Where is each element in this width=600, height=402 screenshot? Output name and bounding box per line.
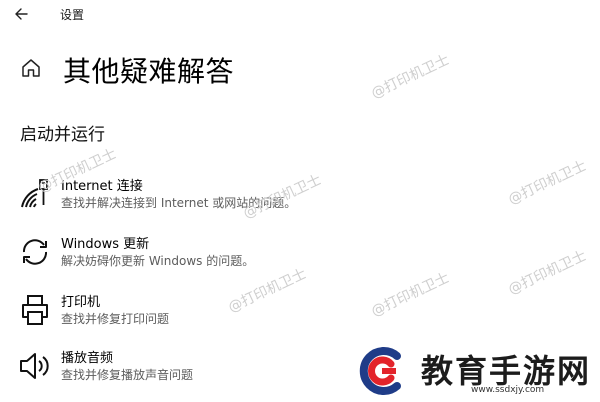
item-name: 播放音频 — [61, 351, 114, 366]
page-title: 其他疑难解答 — [63, 55, 235, 88]
sync-icon — [22, 239, 48, 265]
watermark: @打印机卫士 — [505, 247, 589, 298]
item-description: 查找并修复打印问题 — [61, 312, 170, 326]
brand-url: www.ssdxjy.com — [471, 385, 545, 395]
troubleshooter-audio[interactable]: 播放音频 查找并修复播放声音问题 — [18, 347, 378, 393]
brand-logo-icon — [359, 347, 401, 395]
item-description: 解决妨碍你更新 Windows 的问题。 — [61, 254, 255, 268]
watermark: @打印机卫士 — [505, 157, 589, 208]
brand-watermark: 教育手游网 www.ssdxjy.com — [355, 344, 595, 398]
section-title: 启动并运行 — [20, 125, 105, 145]
printer-icon — [22, 295, 48, 325]
item-name: 打印机 — [61, 295, 101, 310]
watermark: @打印机卫士 — [368, 51, 452, 102]
home-icon[interactable] — [20, 57, 42, 79]
item-name: Windows 更新 — [61, 237, 150, 252]
troubleshooter-printer[interactable]: 打印机 查找并修复打印问题 — [18, 291, 378, 337]
item-description: 查找并修复播放声音问题 — [61, 368, 194, 382]
watermark: @打印机卫士 — [368, 269, 452, 320]
app-title: 设置 — [60, 8, 85, 22]
speaker-icon — [20, 353, 49, 379]
troubleshooter-windows-update[interactable]: Windows 更新 解决妨碍你更新 Windows 的问题。 — [18, 233, 378, 279]
title-bar: 设置 — [0, 0, 600, 28]
back-arrow-icon[interactable] — [12, 4, 32, 24]
